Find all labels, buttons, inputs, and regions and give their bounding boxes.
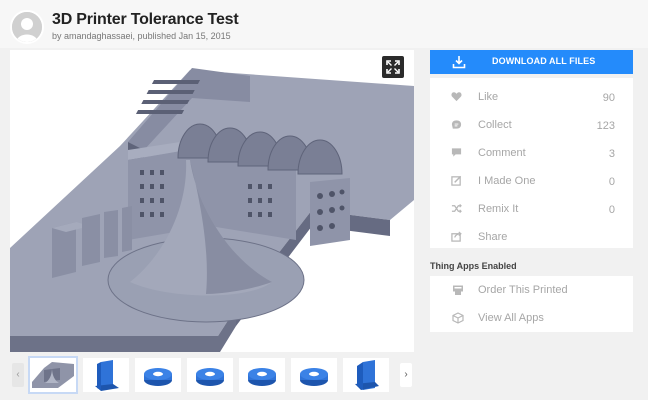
- share-button[interactable]: Share: [430, 222, 633, 250]
- main-image-viewer[interactable]: [10, 50, 414, 352]
- thumbnail-blue-part-2[interactable]: [343, 358, 389, 392]
- thing-actions-panel: Like 90 Collect 123 Comment 3 I Made One…: [430, 78, 633, 248]
- thumbnail-model-render[interactable]: [28, 356, 78, 394]
- like-count: 90: [602, 92, 615, 104]
- comment-count: 3: [608, 148, 615, 160]
- thumbnail-prev-button[interactable]: ‹: [10, 356, 26, 394]
- download-icon: [452, 56, 466, 69]
- like-button[interactable]: Like 90: [430, 82, 633, 110]
- byline[interactable]: by amandaghassaei, published Jan 15, 201…: [52, 31, 231, 41]
- collect-label: Collect: [478, 119, 512, 131]
- remix-icon: [451, 203, 462, 214]
- chevron-left-icon: ‹: [12, 363, 24, 387]
- remix-it-button[interactable]: Remix It 0: [430, 194, 633, 222]
- fullscreen-button[interactable]: [382, 56, 404, 78]
- view-all-apps-link[interactable]: View All Apps: [430, 304, 633, 332]
- thumbnail-blue-ring-1[interactable]: [135, 358, 181, 392]
- thing-header: 3D Printer Tolerance Test by amandaghass…: [0, 0, 648, 48]
- view-all-apps-label: View All Apps: [478, 312, 544, 324]
- comment-button[interactable]: Comment 3: [430, 138, 633, 166]
- remix-it-label: Remix It: [478, 203, 519, 215]
- order-this-printed-label: Order This Printed: [478, 284, 568, 296]
- collect-button[interactable]: Collect 123: [430, 110, 633, 138]
- share-label: Share: [478, 231, 508, 243]
- heart-icon: [451, 92, 462, 102]
- tolerance-test-model-render: [10, 68, 414, 352]
- blue-part-thumbnail-image: [83, 358, 129, 392]
- download-all-files-button[interactable]: DOWNLOAD ALL FILES: [430, 50, 633, 74]
- remix-it-count: 0: [608, 204, 615, 216]
- cube-icon: [452, 312, 464, 324]
- blue-ring-thumbnail-image: [187, 358, 233, 392]
- collect-icon: [451, 120, 462, 129]
- thumbnail-blue-ring-3[interactable]: [239, 358, 285, 392]
- comment-icon: [451, 148, 462, 157]
- like-label: Like: [478, 91, 499, 103]
- thing-apps-panel: Order This Printed View All Apps: [430, 276, 633, 332]
- i-made-one-count: 0: [608, 176, 615, 188]
- download-all-files-label: DOWNLOAD ALL FILES: [492, 56, 596, 66]
- thumbnail-blue-ring-4[interactable]: [291, 358, 337, 392]
- blue-ring-thumbnail-image: [135, 358, 181, 392]
- blue-part-thumbnail-image: [343, 358, 389, 392]
- page-title: 3D Printer Tolerance Test: [52, 11, 239, 28]
- printer-icon: [453, 285, 463, 295]
- blue-ring-thumbnail-image: [291, 358, 337, 392]
- made-one-icon: [451, 175, 462, 186]
- thumbnail-blue-part-1[interactable]: [83, 358, 129, 392]
- i-made-one-label: I Made One: [478, 175, 536, 187]
- avatar[interactable]: [10, 10, 44, 44]
- thumbnail-strip: ‹ ›: [10, 356, 414, 394]
- thing-apps-heading: Thing Apps Enabled: [430, 261, 517, 271]
- expand-icon: [386, 60, 400, 74]
- blue-ring-thumbnail-image: [239, 358, 285, 392]
- share-icon: [451, 231, 462, 242]
- comment-label: Comment: [478, 147, 526, 159]
- thumbnail-blue-ring-2[interactable]: [187, 358, 233, 392]
- chevron-right-icon: ›: [400, 363, 412, 387]
- order-this-printed-link[interactable]: Order This Printed: [430, 276, 633, 304]
- model-render-thumbnail-image: [30, 358, 76, 392]
- i-made-one-button[interactable]: I Made One 0: [430, 166, 633, 194]
- thumbnail-next-button[interactable]: ›: [398, 356, 414, 394]
- user-avatar-icon: [12, 12, 42, 42]
- collect-count: 123: [596, 120, 615, 132]
